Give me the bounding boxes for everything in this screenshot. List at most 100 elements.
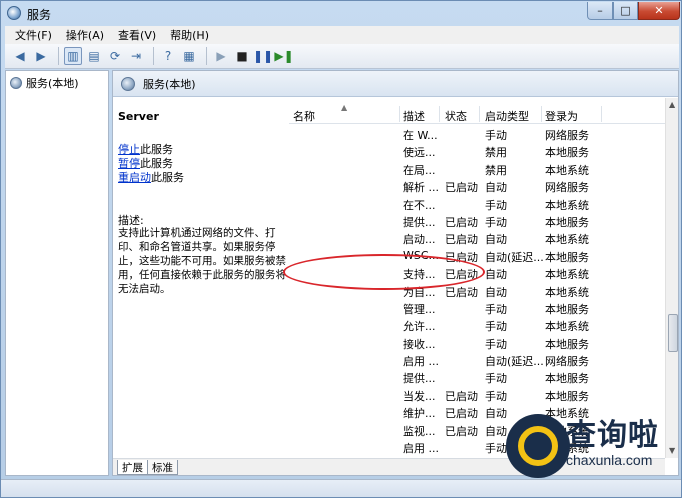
service-status: 已启动: [445, 250, 478, 264]
tab-standard[interactable]: 标准: [147, 460, 178, 475]
table-row[interactable]: Remote Procedu...在 W...手动网络服务: [289, 125, 665, 142]
service-description: 为自...: [403, 285, 436, 299]
help-icon[interactable]: ?: [159, 47, 177, 65]
service-logon-as: 网络服务: [545, 129, 589, 142]
service-startup-type: 手动: [485, 198, 507, 212]
table-row[interactable]: Smart Card Rem...允许...手动本地系统: [289, 316, 665, 333]
service-description: 接收...: [403, 337, 436, 351]
table-row[interactable]: Secondary Logon在不...手动本地系统: [289, 195, 665, 212]
service-logon-as: 本地服务: [545, 372, 589, 386]
watermark-q-ring: [518, 426, 558, 466]
column-description[interactable]: 描述: [403, 108, 425, 124]
service-startup-type: 手动: [485, 372, 507, 386]
service-logon-as: 本地系统: [545, 163, 589, 177]
service-logon-as: 本地服务: [545, 302, 589, 316]
restart-service-link[interactable]: 重启动: [118, 171, 151, 184]
service-logon-as: 本地服务: [545, 250, 589, 264]
table-row[interactable]: SNMP Trap接收...手动本地服务: [289, 334, 665, 351]
restart-service-icon[interactable]: ▶❚: [274, 47, 293, 65]
service-logon-as: 本地服务: [545, 215, 589, 229]
column-startup-type[interactable]: 启动类型: [485, 108, 529, 124]
column-divider[interactable]: [399, 106, 400, 122]
service-description: 在 W...: [403, 129, 438, 142]
table-row[interactable]: Security CenterWSC...已启动自动(延迟...本地服务: [289, 247, 665, 264]
table-row[interactable]: Remote Registry使远...禁用本地服务: [289, 142, 665, 159]
start-service-icon[interactable]: ▶: [212, 47, 230, 65]
minimize-button[interactable]: –: [587, 2, 613, 20]
export-list-icon[interactable]: ⇥: [127, 47, 145, 65]
service-status: 已启动: [445, 268, 478, 282]
service-description: 管理...: [403, 302, 436, 316]
service-logon-as: 本地服务: [545, 146, 589, 160]
service-startup-type: 手动: [485, 337, 507, 351]
service-description: 监视...: [403, 424, 436, 438]
menu-view[interactable]: 查看(V): [118, 27, 156, 43]
service-rows: Remote Procedu...在 W...手动网络服务Remote Regi…: [289, 125, 665, 455]
tab-extended[interactable]: 扩展: [117, 460, 148, 475]
forward-arrow-icon[interactable]: ▶: [32, 47, 50, 65]
show-tree-icon[interactable]: ▥: [64, 47, 82, 65]
table-row[interactable]: Software Protect...启用 ...自动(延迟...网络服务: [289, 351, 665, 368]
service-description: 维护...: [403, 407, 436, 421]
column-logon-as[interactable]: 登录为: [545, 108, 578, 124]
pause-service-icon[interactable]: ❚❚: [253, 47, 273, 65]
title-bar[interactable]: 服务 – □ ✕: [1, 1, 681, 25]
properties-icon[interactable]: ▤: [85, 47, 103, 65]
service-status: 已启动: [445, 215, 478, 229]
menu-help[interactable]: 帮助(H): [170, 27, 209, 43]
column-divider[interactable]: [541, 106, 542, 122]
gear-icon: [10, 77, 22, 89]
service-startup-type: 禁用: [485, 163, 507, 177]
restart-action: 重启动此服务: [118, 169, 184, 185]
service-description: 提供...: [403, 372, 436, 386]
scroll-thumb[interactable]: [668, 314, 678, 352]
tree-item-label: 服务(本地): [26, 77, 79, 90]
column-status[interactable]: 状态: [445, 108, 467, 124]
column-divider[interactable]: [479, 106, 480, 122]
vertical-scrollbar[interactable]: ▲ ▼: [665, 98, 678, 458]
refresh-icon[interactable]: ⟳: [106, 47, 124, 65]
toolbar-divider: [206, 47, 207, 65]
table-row[interactable]: Smart Card管理...手动本地服务: [289, 299, 665, 316]
maximize-button[interactable]: □: [613, 2, 638, 20]
column-name[interactable]: 名称: [293, 108, 315, 124]
watermark: 查询啦 chaxunla.com: [504, 410, 676, 488]
menu-bar: 文件(F) 操作(A) 查看(V) 帮助(H): [5, 26, 679, 44]
menu-action[interactable]: 操作(A): [66, 27, 104, 43]
service-status: 已启动: [445, 407, 478, 421]
selected-service-name: Server: [118, 110, 159, 123]
toolbar-divider: [153, 47, 154, 65]
service-description: 启用 ...: [403, 355, 439, 369]
tree-pane: 服务(本地): [5, 70, 109, 476]
table-row[interactable]: Shell Hardware ...为自...已启动自动本地系统: [289, 282, 665, 299]
table-row[interactable]: Routing and Re...在局...禁用本地系统: [289, 160, 665, 177]
service-status: 已启动: [445, 233, 478, 247]
column-header: ▲ 名称 描述 状态 启动类型 登录为: [289, 103, 665, 124]
gear-icon: [121, 76, 135, 91]
table-row[interactable]: Security Account...启动...已启动自动本地系统: [289, 229, 665, 246]
console-icon[interactable]: ▦: [180, 47, 198, 65]
scroll-up-icon[interactable]: ▲: [669, 100, 675, 109]
table-row[interactable]: SPP Notification ...提供...手动本地服务: [289, 368, 665, 385]
column-divider[interactable]: [439, 106, 440, 122]
close-button[interactable]: ✕: [638, 2, 680, 20]
service-detail-panel: Server 停止此服务 暂停此服务 重启动此服务 描述: 支持此计算机通过网络…: [113, 98, 289, 458]
toolbar-divider: [58, 47, 59, 65]
service-description: 解析 ...: [403, 181, 439, 195]
service-startup-type: 自动: [485, 268, 507, 282]
tree-item-services-local[interactable]: 服务(本地): [10, 75, 79, 91]
back-arrow-icon[interactable]: ◀: [11, 47, 29, 65]
menu-file[interactable]: 文件(F): [15, 27, 52, 43]
table-row[interactable]: Server支持...已启动自动本地系统: [289, 264, 665, 281]
service-logon-as: 本地系统: [545, 285, 589, 299]
column-divider[interactable]: [601, 106, 602, 122]
service-description: 使远...: [403, 146, 436, 160]
watermark-brand: 查询啦: [566, 418, 659, 453]
table-row[interactable]: RPC Endpoint M...解析 ...已启动自动网络服务: [289, 177, 665, 194]
table-row[interactable]: SSDP Discovery当发...已启动手动本地服务: [289, 386, 665, 403]
service-status: 已启动: [445, 285, 478, 299]
service-logon-as: 本地服务: [545, 389, 589, 403]
service-logon-as: 本地系统: [545, 320, 589, 334]
stop-service-icon[interactable]: ■: [233, 47, 251, 65]
table-row[interactable]: Secure Socket T...提供...已启动手动本地服务: [289, 212, 665, 229]
